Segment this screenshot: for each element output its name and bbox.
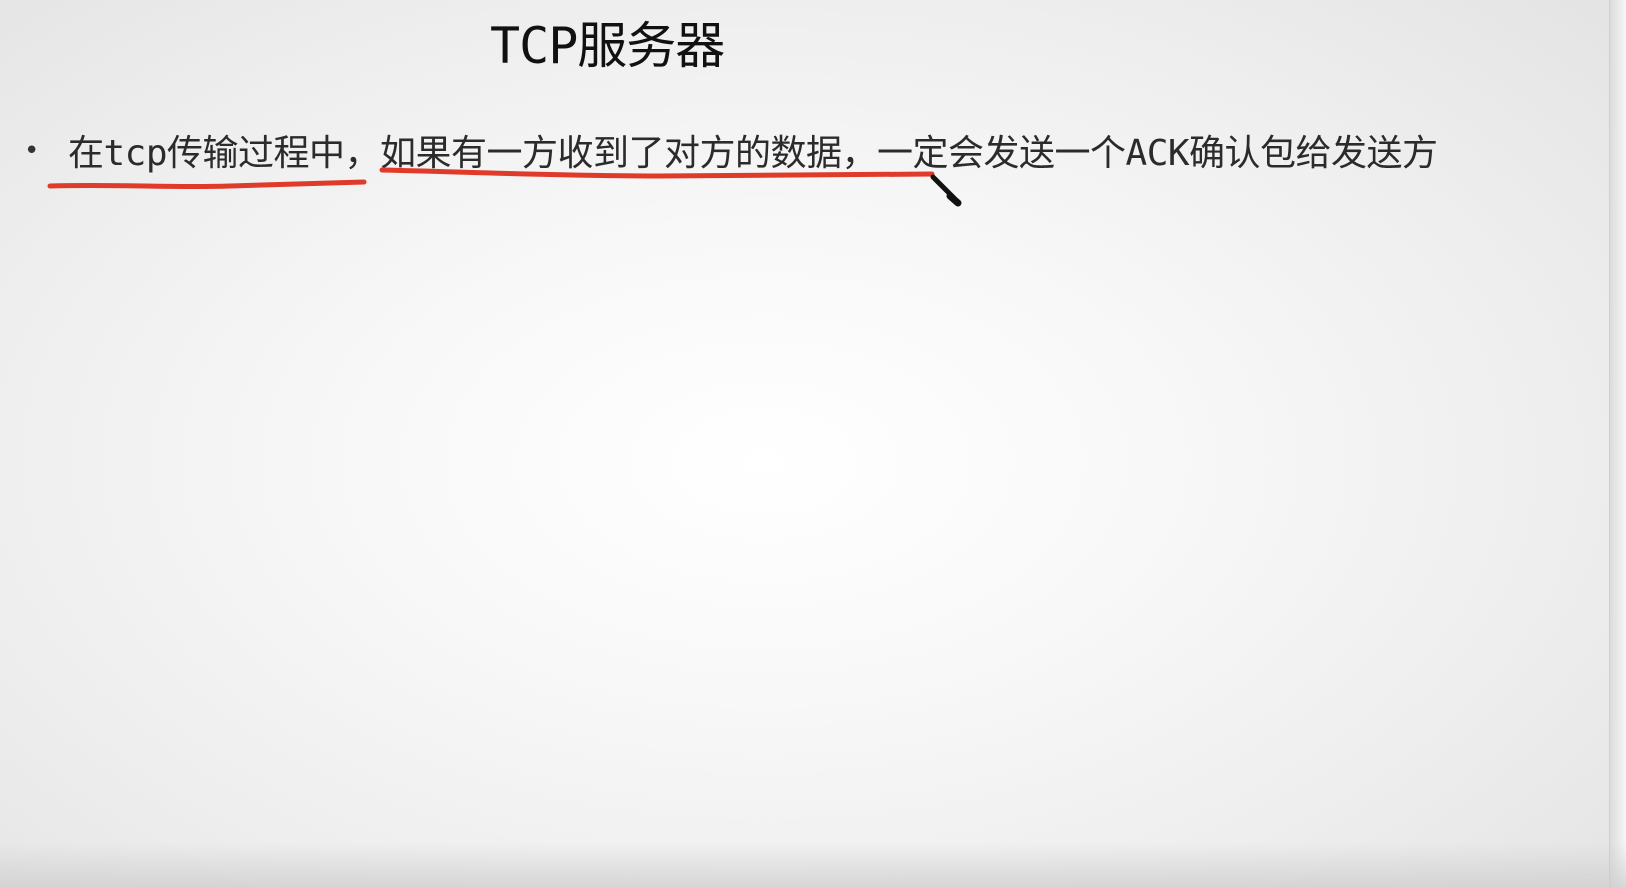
bullet-text: 在tcp传输过程中，如果有一方收到了对方的数据，一定会发送一个ACK确认包给发送… <box>68 133 1438 174</box>
right-edge-panel <box>1609 0 1626 888</box>
presentation-slide: TCP服务器 • 在tcp传输过程中，如果有一方收到了对方的数据，一定会发送一个… <box>0 0 1626 888</box>
bottom-shadow <box>0 842 1626 888</box>
red-underline-stroke-1 <box>47 179 367 190</box>
slide-title: TCP服务器 <box>490 17 725 75</box>
bullet-marker: • <box>24 136 40 166</box>
pen-cursor-icon <box>930 174 962 207</box>
